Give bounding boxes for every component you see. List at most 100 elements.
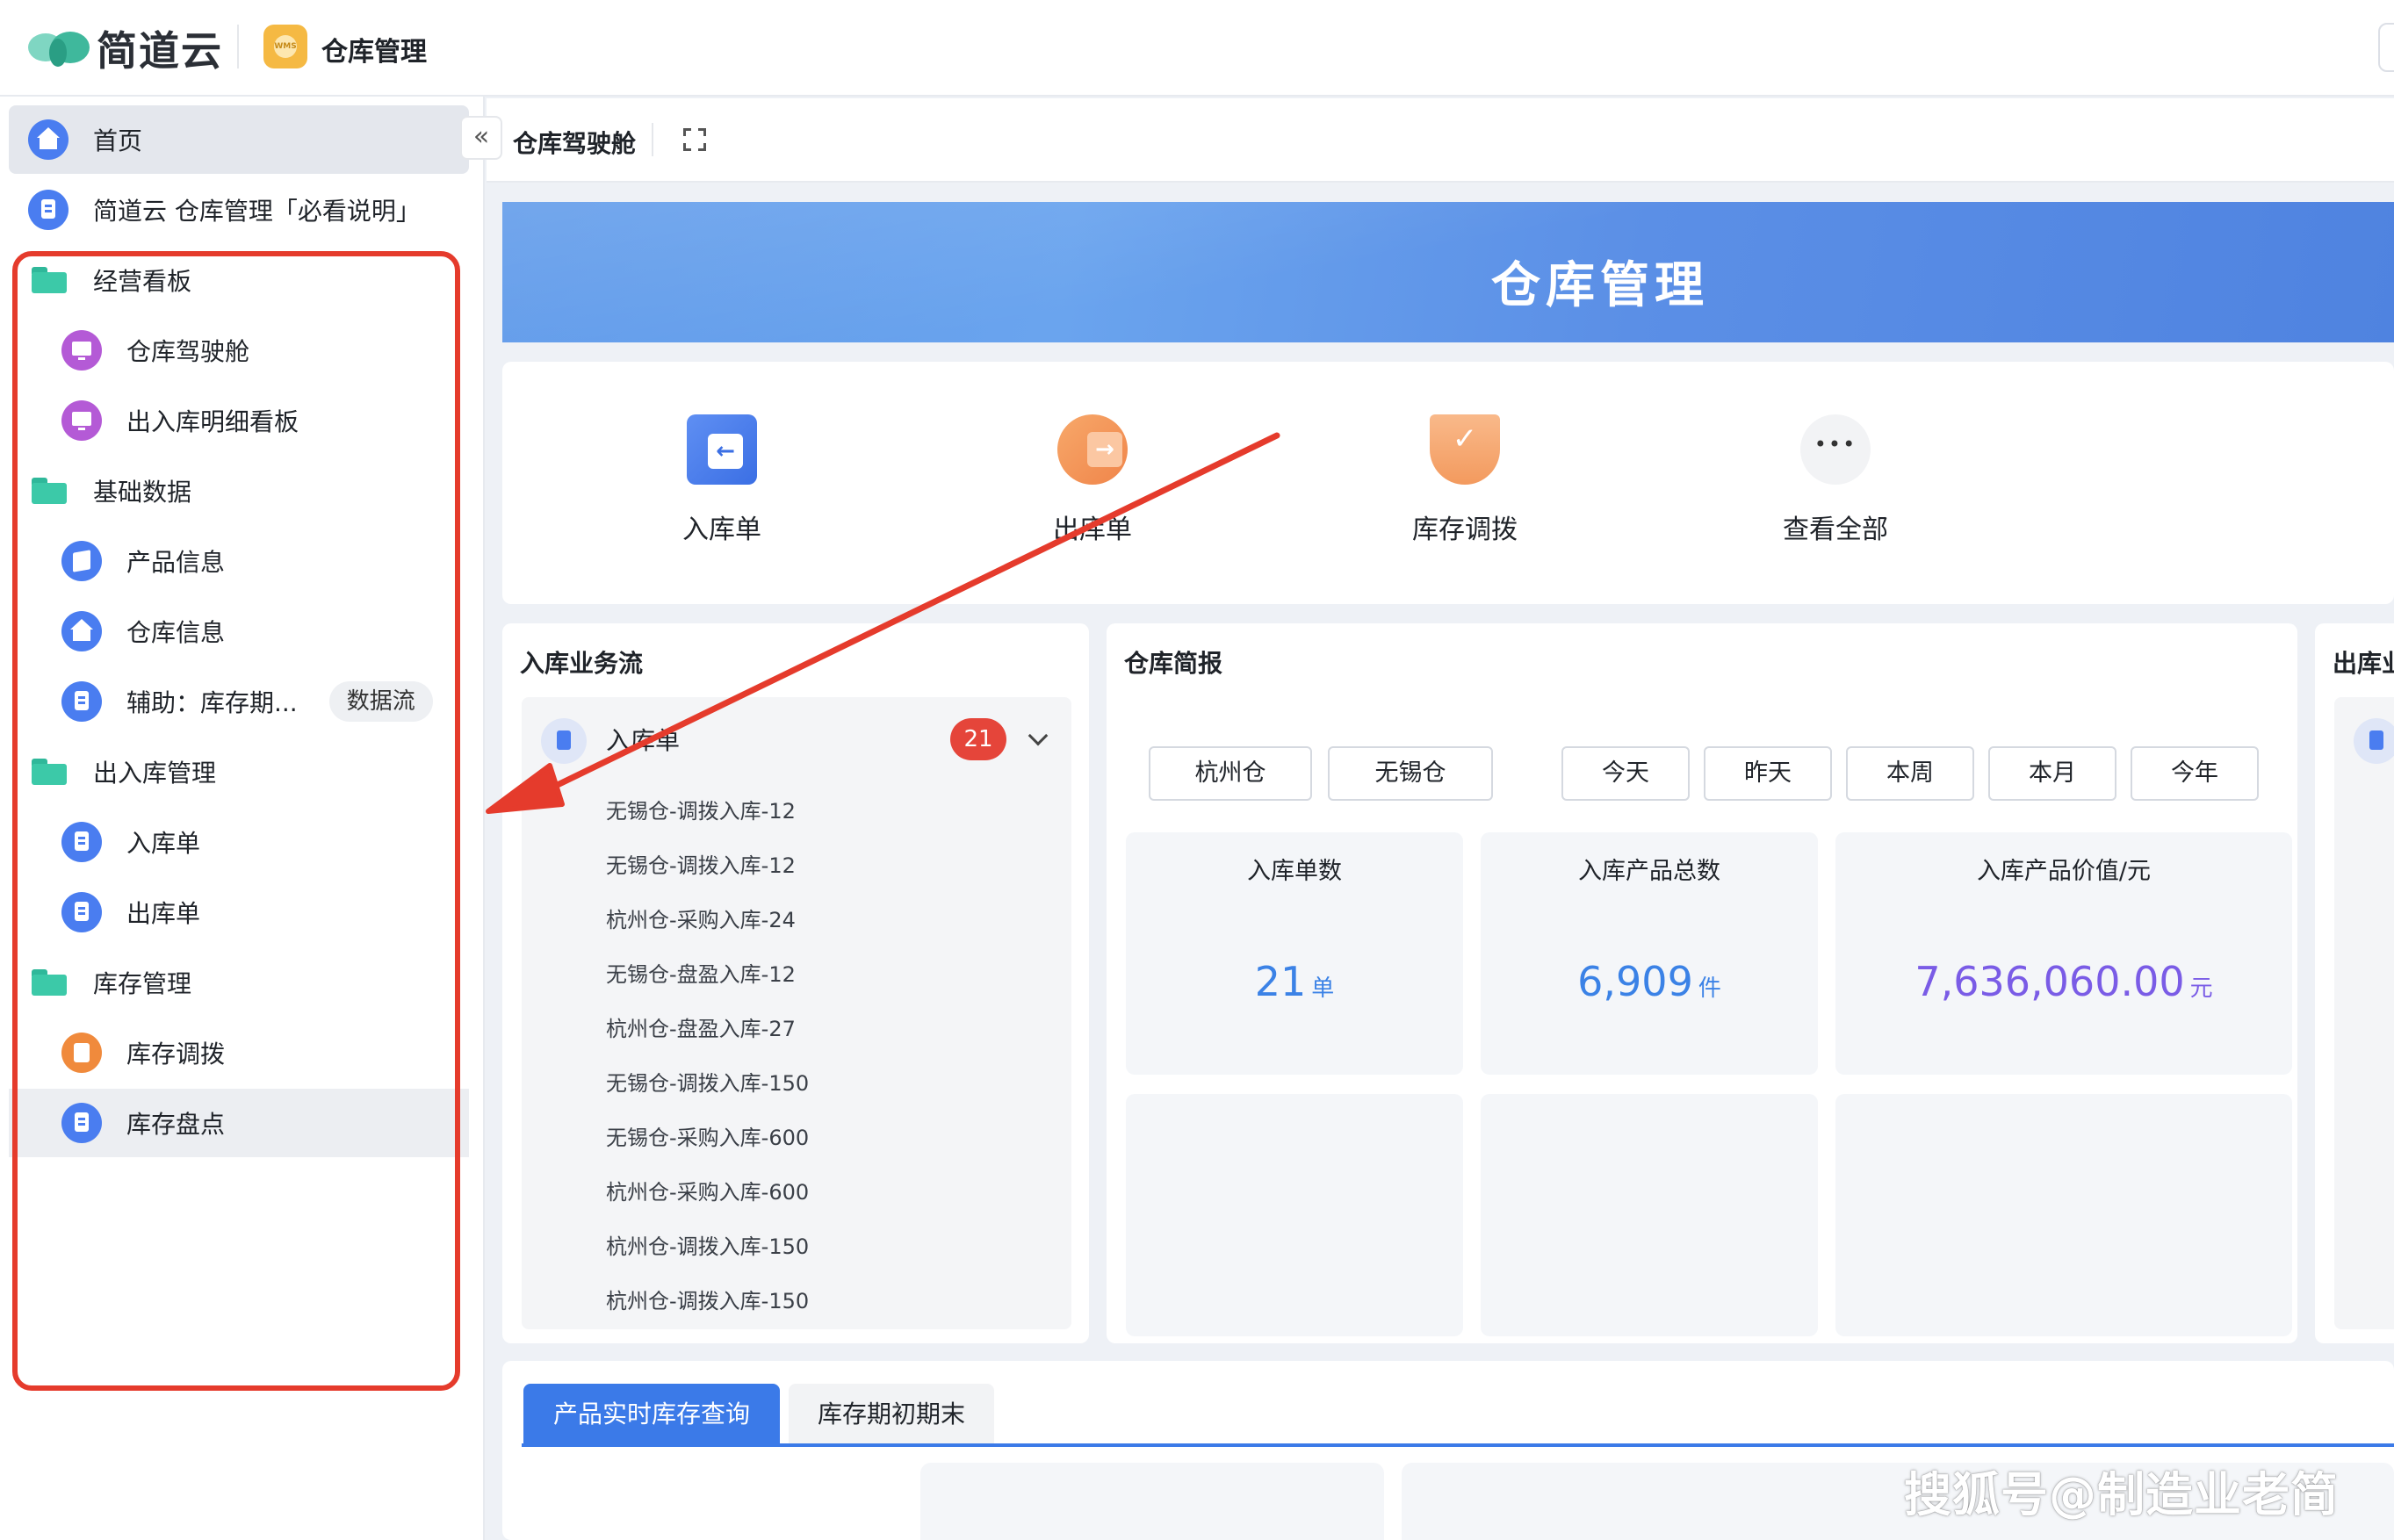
- filter-today[interactable]: 今天: [1561, 746, 1690, 801]
- top-bar: 简道云 WMS 仓库管理: [0, 0, 2394, 97]
- fullscreen-icon[interactable]: [683, 128, 706, 151]
- folder-icon: [32, 478, 67, 504]
- sidebar: 首页 简道云 仓库管理「必看说明」 经营看板 仓库驾驶舱 出入库明细看板 基础数…: [0, 97, 485, 1540]
- stat-value-row: 21 单: [1126, 958, 1463, 1005]
- filter-hangzhou-warehouse[interactable]: 杭州仓: [1149, 746, 1312, 801]
- dataflow-badge: 数据流: [328, 681, 433, 722]
- quick-action-inbound[interactable]: 入库单: [625, 414, 818, 546]
- list-item[interactable]: 杭州仓-调拨入库-150: [606, 1284, 809, 1338]
- quick-action-outbound[interactable]: 出库单: [996, 414, 1189, 546]
- folder-icon: [32, 759, 67, 785]
- tab-warehouse-cockpit[interactable]: 仓库驾驶舱: [513, 125, 636, 160]
- stat-unit: 元: [2189, 975, 2213, 1002]
- sidebar-item-inventory-period[interactable]: 辅助：库存期... 数据流: [9, 667, 469, 736]
- warehouse-brief-panel: 仓库简报 杭州仓 无锡仓 今天 昨天 本周 本月 今年 入库单数 21 单 入库产…: [1107, 623, 2297, 1343]
- watermark: 搜狐号@制造业老简: [1904, 1467, 2339, 1522]
- sidebar-item-label: 库存盘点: [126, 1110, 226, 1139]
- sidebar-item-inout-detail-board[interactable]: 出入库明细看板: [9, 386, 469, 455]
- list-item[interactable]: 杭州仓-采购入库-24: [606, 903, 809, 957]
- jiandaoyun-logo-icon[interactable]: [26, 19, 93, 72]
- filter-wuxi-warehouse[interactable]: 无锡仓: [1328, 746, 1493, 801]
- collapse-sidebar-button[interactable]: «: [460, 116, 502, 160]
- list-item[interactable]: 杭州仓-盘盈入库-27: [606, 1011, 809, 1066]
- stat-label: 入库产品总数: [1578, 858, 1720, 885]
- stat-card-inbound-value: 入库产品价值/元 7,636,060.00 元: [1835, 832, 2292, 1075]
- flow-name: 入库单: [606, 726, 681, 755]
- outbound-icon: [1057, 414, 1128, 485]
- quick-actions-panel: 入库单 出库单 库存调拨 查看全部: [502, 362, 2394, 604]
- sidebar-item-warehouse-info[interactable]: 仓库信息: [9, 597, 469, 666]
- sidebar-item-stocktaking[interactable]: 库存盘点: [9, 1089, 469, 1157]
- doc-icon: [61, 681, 102, 722]
- sidebar-item-warehouse-cockpit[interactable]: 仓库驾驶舱: [9, 316, 469, 385]
- list-item[interactable]: 无锡仓-调拨入库-150: [606, 1066, 809, 1120]
- more-icon: [1800, 414, 1871, 485]
- list-item[interactable]: 无锡仓-采购入库-600: [606, 1120, 809, 1175]
- box-icon: [61, 541, 102, 581]
- folder-icon: [32, 969, 67, 996]
- panel-title: 仓库简报: [1124, 649, 1223, 678]
- page-banner: 仓库管理: [502, 202, 2394, 342]
- divider: [652, 123, 653, 156]
- sidebar-item-label: 仓库信息: [126, 618, 226, 647]
- stat-value-row: 7,636,060.00 元: [1835, 958, 2292, 1005]
- tab-inventory-period[interactable]: 库存期初期末: [789, 1384, 994, 1445]
- stat-unit: 单: [1311, 975, 1335, 1002]
- filter-yesterday[interactable]: 昨天: [1704, 746, 1832, 801]
- inbound-flow-header[interactable]: 入库单 21: [522, 697, 1071, 781]
- app-title[interactable]: 仓库管理: [321, 30, 427, 68]
- sidebar-folder-inout-management[interactable]: 出入库管理: [9, 738, 469, 806]
- chevron-down-icon[interactable]: [1028, 725, 1049, 746]
- sidebar-item-inbound-order[interactable]: 入库单: [9, 808, 469, 876]
- panel-title: 出库业: [2333, 649, 2394, 678]
- list-item[interactable]: 无锡仓-盘盈入库-12: [606, 957, 809, 1011]
- home-icon: [61, 611, 102, 651]
- stat-value-row: 6,909 件: [1481, 958, 1818, 1005]
- sidebar-item-label: 仓库驾驶舱: [126, 337, 250, 366]
- outbound-flow-box: [2334, 697, 2394, 1329]
- quick-action-label: 查看全部: [1783, 515, 1888, 545]
- quick-action-view-all[interactable]: 查看全部: [1739, 414, 1932, 546]
- list-item[interactable]: 无锡仓-调拨入库-12: [606, 794, 809, 848]
- app-icon[interactable]: WMS: [263, 25, 307, 68]
- filter-this-year[interactable]: 今年: [2131, 746, 2259, 801]
- top-right-button[interactable]: [2378, 23, 2394, 72]
- sidebar-folder-inventory-management[interactable]: 库存管理: [9, 948, 469, 1017]
- clipboard-icon: [61, 1033, 102, 1073]
- quick-action-label: 库存调拨: [1412, 515, 1518, 545]
- filter-this-week[interactable]: 本周: [1846, 746, 1974, 801]
- inbound-icon: [687, 414, 757, 485]
- sidebar-folder-dashboards[interactable]: 经营看板: [9, 246, 469, 314]
- doc-icon: [541, 718, 587, 764]
- quick-action-transfer[interactable]: 库存调拨: [1368, 414, 1561, 546]
- filter-this-month[interactable]: 本月: [1988, 746, 2116, 801]
- stat-unit: 件: [1698, 975, 1721, 1002]
- inbound-flow-panel: 入库业务流 入库单 21 无锡仓-调拨入库-12 无锡仓-调拨入库-12 杭州仓…: [502, 623, 1089, 1343]
- stat-value: 6,909: [1577, 958, 1693, 1005]
- sidebar-item-label: 库存调拨: [126, 1040, 226, 1069]
- tab-realtime-inventory[interactable]: 产品实时库存查询: [523, 1384, 780, 1445]
- sidebar-item-label: 库存管理: [93, 969, 192, 998]
- sidebar-item-guide[interactable]: 简道云 仓库管理「必看说明」: [9, 176, 469, 244]
- sidebar-item-label: 基础数据: [93, 478, 192, 507]
- stat-card-inbound-orders: 入库单数 21 单: [1126, 832, 1463, 1075]
- stat-card-empty: [1126, 1094, 1463, 1336]
- sidebar-item-outbound-order[interactable]: 出库单: [9, 878, 469, 946]
- list-item[interactable]: 无锡仓-调拨入库-12: [606, 848, 809, 903]
- sidebar-item-label: 出入库明细看板: [126, 407, 299, 436]
- content-card: [920, 1463, 1384, 1540]
- quick-action-label: 出库单: [1053, 515, 1132, 545]
- sidebar-item-product-info[interactable]: 产品信息: [9, 527, 469, 595]
- sidebar-folder-basic-data[interactable]: 基础数据: [9, 457, 469, 525]
- list-item[interactable]: 杭州仓-采购入库-600: [606, 1175, 809, 1229]
- banner-title: 仓库管理: [1491, 257, 1709, 314]
- sidebar-item-home[interactable]: 首页: [9, 105, 469, 174]
- brand-name[interactable]: 简道云: [97, 19, 223, 77]
- stat-label: 入库产品价值/元: [1976, 858, 2152, 885]
- sidebar-item-inventory-transfer[interactable]: 库存调拨: [9, 1018, 469, 1087]
- home-icon: [28, 119, 69, 160]
- stat-label: 入库单数: [1247, 858, 1342, 885]
- doc-icon: [28, 190, 69, 230]
- list-item[interactable]: 杭州仓-调拨入库-150: [606, 1229, 809, 1284]
- divider: [237, 25, 239, 68]
